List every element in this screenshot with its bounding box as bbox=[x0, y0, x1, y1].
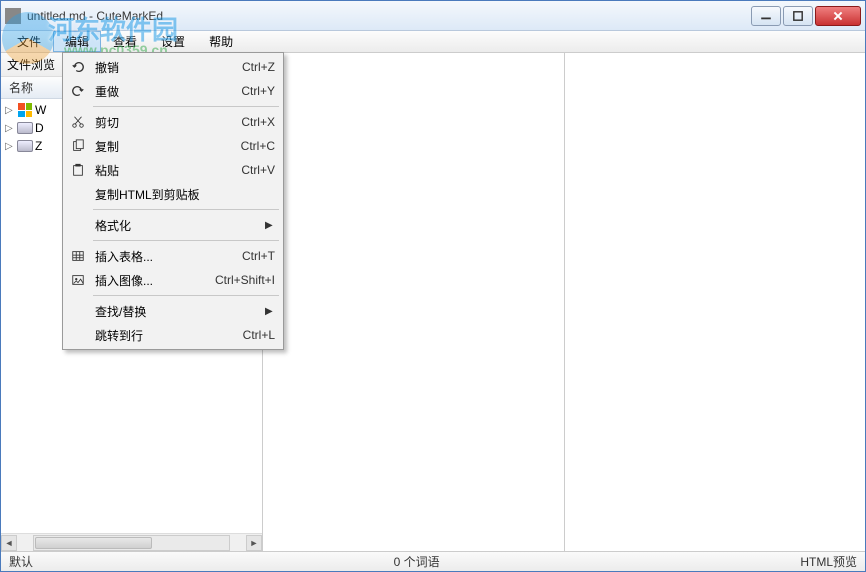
drive-icon bbox=[17, 120, 33, 136]
copy-icon bbox=[67, 139, 89, 153]
menu-shortcut: Ctrl+Y bbox=[241, 84, 275, 98]
redo-icon bbox=[67, 84, 89, 98]
scroll-track[interactable] bbox=[33, 535, 230, 551]
menu-item-label: 重做 bbox=[89, 83, 241, 100]
menu-shortcut: Ctrl+Z bbox=[242, 60, 275, 74]
status-theme[interactable]: 默认 bbox=[1, 553, 41, 570]
drive-icon bbox=[17, 138, 33, 154]
maximize-button[interactable] bbox=[783, 6, 813, 26]
menu-item-label: 插入表格... bbox=[89, 248, 242, 265]
menu-item-label: 复制 bbox=[89, 138, 241, 155]
menu-shortcut: Ctrl+Shift+I bbox=[215, 273, 275, 287]
menu-help[interactable]: 帮助 bbox=[197, 31, 245, 52]
menu-item-label: 复制HTML到剪贴板 bbox=[89, 186, 275, 203]
titlebar: untitled.md - CuteMarkEd bbox=[1, 1, 865, 31]
tree-label: W bbox=[35, 103, 46, 117]
windows-icon bbox=[17, 102, 33, 118]
menu-shortcut: Ctrl+C bbox=[241, 139, 275, 153]
menu-item-label: 跳转到行 bbox=[89, 327, 243, 344]
menu-item-label: 撤销 bbox=[89, 59, 242, 76]
menu-item-label: 查找/替换 bbox=[89, 303, 265, 320]
menu-item-剪切[interactable]: 剪切Ctrl+X bbox=[65, 110, 281, 134]
preview-pane bbox=[565, 53, 866, 551]
tree-label: Z bbox=[35, 139, 42, 153]
statusbar: 默认 0 个词语 HTML预览 bbox=[1, 551, 865, 571]
menu-shortcut: Ctrl+V bbox=[241, 163, 275, 177]
undo-icon bbox=[67, 60, 89, 74]
menu-shortcut: Ctrl+T bbox=[242, 249, 275, 263]
menu-item-跳转到行[interactable]: 跳转到行Ctrl+L bbox=[65, 323, 281, 347]
menu-item-撤销[interactable]: 撤销Ctrl+Z bbox=[65, 55, 281, 79]
table-icon bbox=[67, 249, 89, 263]
minimize-button[interactable] bbox=[751, 6, 781, 26]
menu-edit[interactable]: 编辑 bbox=[53, 31, 101, 52]
expand-icon[interactable]: ▷ bbox=[5, 105, 15, 116]
status-preview-mode[interactable]: HTML预览 bbox=[792, 553, 865, 570]
submenu-arrow-icon: ▶ bbox=[265, 220, 275, 231]
status-wordcount: 0 个词语 bbox=[41, 553, 792, 570]
menu-item-label: 插入图像... bbox=[89, 272, 215, 289]
image-icon bbox=[67, 273, 89, 287]
menu-item-复制[interactable]: 复制Ctrl+C bbox=[65, 134, 281, 158]
menu-separator bbox=[93, 295, 279, 296]
menu-item-label: 格式化 bbox=[89, 217, 265, 234]
menu-item-格式化[interactable]: 格式化▶ bbox=[65, 213, 281, 237]
menu-separator bbox=[93, 240, 279, 241]
scroll-thumb[interactable] bbox=[35, 537, 152, 549]
menu-item-label: 剪切 bbox=[89, 114, 241, 131]
expand-icon[interactable]: ▷ bbox=[5, 123, 15, 134]
menu-view[interactable]: 查看 bbox=[101, 31, 149, 52]
menu-shortcut: Ctrl+L bbox=[243, 328, 275, 342]
menu-settings[interactable]: 设置 bbox=[149, 31, 197, 52]
cut-icon bbox=[67, 115, 89, 129]
menu-item-label: 粘贴 bbox=[89, 162, 241, 179]
menubar: 文件 编辑 查看 设置 帮助 bbox=[1, 31, 865, 53]
menu-item-查找/替换[interactable]: 查找/替换▶ bbox=[65, 299, 281, 323]
menu-file[interactable]: 文件 bbox=[5, 31, 53, 52]
menu-shortcut: Ctrl+X bbox=[241, 115, 275, 129]
close-button[interactable] bbox=[815, 6, 861, 26]
submenu-arrow-icon: ▶ bbox=[265, 306, 275, 317]
menu-separator bbox=[93, 106, 279, 107]
window-controls bbox=[751, 6, 861, 26]
horizontal-scrollbar[interactable]: ◄ ► bbox=[1, 533, 262, 551]
menu-item-复制HTML到剪贴板[interactable]: 复制HTML到剪贴板 bbox=[65, 182, 281, 206]
menu-item-插入图像...[interactable]: 插入图像...Ctrl+Shift+I bbox=[65, 268, 281, 292]
scroll-right-button[interactable]: ► bbox=[246, 535, 262, 551]
app-icon bbox=[5, 8, 21, 24]
paste-icon bbox=[67, 163, 89, 177]
edit-menu-dropdown: 撤销Ctrl+Z重做Ctrl+Y剪切Ctrl+X复制Ctrl+C粘贴Ctrl+V… bbox=[62, 52, 284, 350]
menu-item-粘贴[interactable]: 粘贴Ctrl+V bbox=[65, 158, 281, 182]
window-title: untitled.md - CuteMarkEd bbox=[27, 9, 751, 23]
menu-item-插入表格...[interactable]: 插入表格...Ctrl+T bbox=[65, 244, 281, 268]
editor-pane[interactable] bbox=[263, 53, 565, 551]
tree-label: D bbox=[35, 121, 44, 135]
menu-separator bbox=[93, 209, 279, 210]
scroll-left-button[interactable]: ◄ bbox=[1, 535, 17, 551]
menu-item-重做[interactable]: 重做Ctrl+Y bbox=[65, 79, 281, 103]
expand-icon[interactable]: ▷ bbox=[5, 141, 15, 152]
